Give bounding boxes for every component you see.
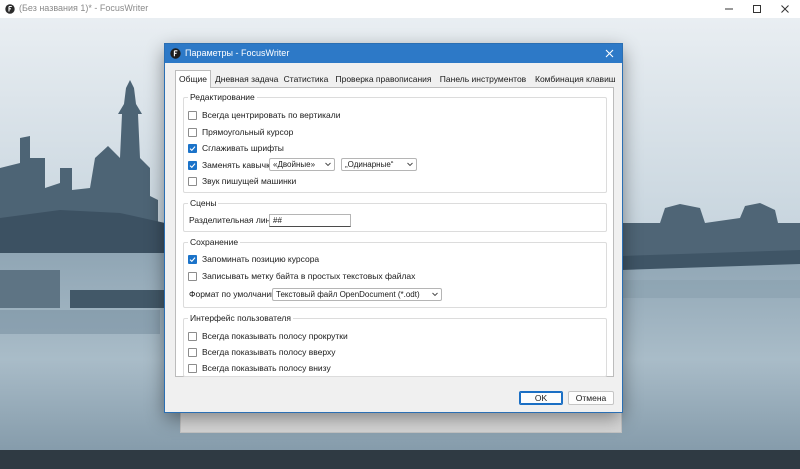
focuswriter-logo-icon [5,4,15,14]
write-bom-label: Записывать метку байта в простых текстов… [202,271,416,281]
dialog-titlebar: Параметры - FocusWriter [165,44,622,63]
ok-button[interactable]: OK [519,391,563,405]
tab-bar: Общие Дневная задача Статистика Проверка… [175,70,616,88]
default-format-select[interactable]: Текстовый файл OpenDocument (*.odt) [272,288,442,301]
smooth-fonts-option[interactable]: Сглаживать шрифты [188,142,284,154]
scene-divider-input[interactable]: ## [269,214,351,227]
show-header-checkbox[interactable] [188,347,197,357]
minimize-icon [725,8,733,10]
cancel-button[interactable]: Отмена [568,391,614,405]
scenes-group: Сцены Разделительная линия: ## [183,198,607,232]
show-scrollbar-checkbox[interactable] [188,331,197,341]
chevron-down-icon [407,162,413,167]
minimize-button[interactable] [715,0,743,18]
show-header-option[interactable]: Всегда показывать полосу вверху [188,346,336,358]
remember-cursor-checkbox[interactable] [188,254,197,264]
saving-group: Сохранение Запоминать позицию курсора За… [183,237,607,308]
tab-statistics[interactable]: Статистика [282,72,330,87]
center-vertically-option[interactable]: Всегда центрировать по вертикали [188,109,340,121]
maximize-button[interactable] [743,0,771,18]
single-quotes-value: „Одинарные“ [345,160,394,169]
dialog-close-button[interactable] [596,44,622,63]
settings-dialog: Параметры - FocusWriter Общие Дневная за… [165,44,622,412]
write-bom-checkbox[interactable] [188,271,197,281]
ui-group-title: Интерфейс пользователя [188,313,293,323]
show-scrollbar-option[interactable]: Всегда показывать полосу прокрутки [188,330,348,342]
checkmark-icon [189,145,196,151]
replace-quotes-label: Заменять кавычки: [202,160,277,170]
app-titlebar: (Без названия 1)* - FocusWriter [0,0,800,18]
close-window-button[interactable] [771,0,799,18]
typewriter-sound-label: Звук пишущей машинки [202,176,297,186]
typewriter-sound-checkbox[interactable] [188,176,197,186]
typewriter-sound-option[interactable]: Звук пишущей машинки [188,175,296,187]
block-cursor-label: Прямоугольный курсор [202,127,294,137]
show-header-label: Всегда показывать полосу вверху [202,347,336,357]
smooth-fonts-label: Сглаживать шрифты [202,143,284,153]
app-window-title: (Без названия 1)* - FocusWriter [19,3,149,13]
single-quotes-select[interactable]: „Одинарные“ [341,158,417,171]
smooth-fonts-checkbox[interactable] [188,143,197,153]
saving-group-title: Сохранение [188,237,241,247]
tab-shortcuts[interactable]: Комбинация клавиш [535,72,616,87]
show-footer-label: Всегда показывать полосу внизу [202,363,331,373]
checkmark-icon [189,162,196,168]
tab-general[interactable]: Общие [175,70,211,88]
block-cursor-option[interactable]: Прямоугольный курсор [188,126,293,138]
double-quotes-select[interactable]: «Двойные» [269,158,335,171]
show-scrollbar-label: Всегда показывать полосу прокрутки [202,331,348,341]
double-quotes-value: «Двойные» [273,160,316,169]
tab-toolbar[interactable]: Панель инструментов [437,72,529,87]
write-bom-option[interactable]: Записывать метку байта в простых текстов… [188,270,415,282]
default-format-value: Текстовый файл OpenDocument (*.odt) [276,290,420,299]
maximize-icon [753,5,761,13]
editing-group-title: Редактирование [188,92,257,102]
tab-spelling[interactable]: Проверка правописания [335,72,432,87]
checkmark-icon [189,256,196,262]
center-vertically-label: Всегда центрировать по вертикали [202,110,341,120]
show-footer-checkbox[interactable] [188,363,197,373]
ui-group: Интерфейс пользователя Всегда показывать… [183,313,607,377]
show-footer-option[interactable]: Всегда показывать полосу внизу [188,362,331,374]
chevron-down-icon [432,292,438,297]
default-format-label: Формат по умолчанию: [189,289,280,299]
scenes-group-title: Сцены [188,198,219,208]
editing-group: Редактирование Всегда центрировать по ве… [183,92,607,193]
remember-cursor-label: Запоминать позицию курсора [202,254,320,264]
remember-cursor-option[interactable]: Запоминать позицию курсора [188,253,319,265]
general-tab-pane: Редактирование Всегда центрировать по ве… [175,87,614,377]
close-icon [605,49,613,58]
chevron-down-icon [325,162,331,167]
replace-quotes-checkbox[interactable] [188,160,197,170]
center-vertically-checkbox[interactable] [188,110,197,120]
replace-quotes-option[interactable]: Заменять кавычки: [188,159,277,171]
close-icon [781,5,789,13]
block-cursor-checkbox[interactable] [188,127,197,137]
focuswriter-logo-icon [170,48,181,59]
dialog-title: Параметры - FocusWriter [185,48,290,58]
tab-daily-goal[interactable]: Дневная задача [215,72,278,87]
